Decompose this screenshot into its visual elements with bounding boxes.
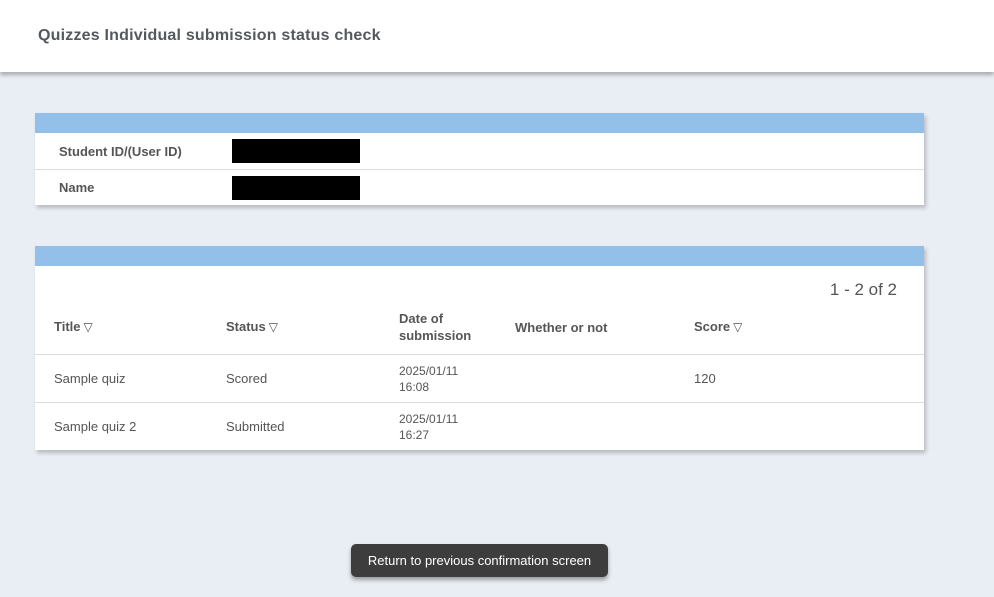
cell-status: Submitted — [207, 419, 380, 434]
table-row: Sample quiz 2 Submitted 2025/01/11 16:27 — [35, 402, 924, 450]
student-id-redacted-value — [232, 139, 360, 163]
pagination-count: 1 - 2 of 2 — [35, 266, 924, 300]
column-header-status[interactable]: Status▽ — [207, 318, 380, 336]
student-info-header-bar — [35, 113, 924, 133]
main-content: Student ID/(User ID) Name 1 - 2 of 2 Tit… — [0, 72, 994, 577]
top-header-bar: Quizzes Individual submission status che… — [0, 0, 994, 72]
cell-title: Sample quiz — [35, 371, 207, 386]
column-header-score[interactable]: Score▽ — [675, 318, 924, 336]
sort-icon[interactable]: ▽ — [84, 320, 93, 334]
page-title: Quizzes Individual submission status che… — [38, 27, 381, 45]
results-header-bar — [35, 246, 924, 266]
sort-icon[interactable]: ▽ — [269, 320, 278, 334]
student-name-redacted-value — [232, 176, 360, 200]
cell-status: Scored — [207, 371, 380, 386]
table-row: Sample quiz Scored 2025/01/11 16:08 120 — [35, 354, 924, 402]
column-header-date-of-submission: Date of submission — [380, 310, 496, 344]
column-header-title[interactable]: Title▽ — [35, 318, 207, 336]
student-name-row: Name — [35, 169, 924, 205]
student-id-row: Student ID/(User ID) — [35, 133, 924, 169]
cell-date-of-submission: 2025/01/11 16:27 — [380, 411, 496, 443]
column-header-whether-or-not: Whether or not — [496, 319, 675, 336]
results-table-header-row: Title▽ Status▽ Date of submission Whethe… — [35, 300, 924, 354]
return-to-previous-confirmation-button[interactable]: Return to previous confirmation screen — [351, 544, 608, 577]
student-name-label: Name — [35, 180, 232, 195]
cell-date-of-submission: 2025/01/11 16:08 — [380, 363, 496, 395]
submission-results-card: 1 - 2 of 2 Title▽ Status▽ Date of submis… — [35, 246, 924, 450]
footer-button-area: Return to previous confirmation screen — [35, 544, 924, 577]
cell-title: Sample quiz 2 — [35, 419, 207, 434]
student-info-card: Student ID/(User ID) Name — [35, 113, 924, 205]
sort-icon[interactable]: ▽ — [733, 320, 742, 334]
student-id-label: Student ID/(User ID) — [35, 144, 232, 159]
cell-score: 120 — [675, 371, 924, 386]
